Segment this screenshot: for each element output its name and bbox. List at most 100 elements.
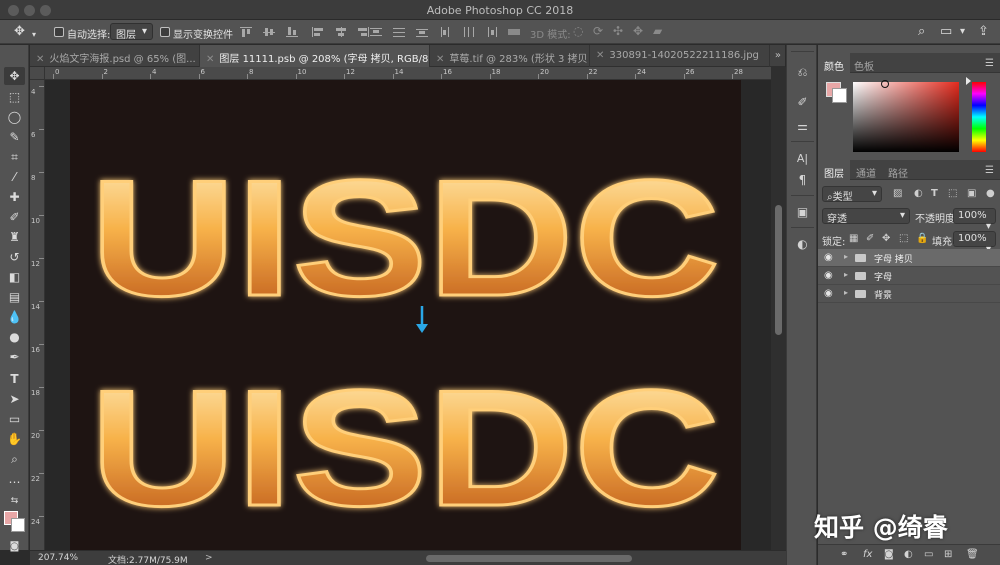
vertical-ruler[interactable]: 4 6 8 10 12 14 16 18 20 22 24 xyxy=(30,80,45,550)
align-left-icon[interactable] xyxy=(312,27,324,37)
swap-colors-icon[interactable]: ⇆ xyxy=(4,492,25,510)
distribute-left-icon[interactable] xyxy=(440,27,452,37)
type-tool-icon[interactable]: T xyxy=(4,370,25,388)
align-top-icon[interactable] xyxy=(240,27,252,37)
path-select-tool-icon[interactable]: ➤ xyxy=(4,390,25,408)
gradient-tool-icon[interactable]: ▤ xyxy=(4,288,25,306)
lasso-tool-icon[interactable]: ◯ xyxy=(4,108,25,126)
kind-filter-select[interactable]: ⌕类型 ▾ xyxy=(822,186,882,203)
visibility-eye-icon[interactable]: ◉ xyxy=(824,252,833,263)
color-field[interactable] xyxy=(853,82,959,152)
dodge-tool-icon[interactable]: ● xyxy=(4,328,25,346)
filter-toggle-icon[interactable]: ● xyxy=(986,188,995,199)
quick-select-tool-icon[interactable]: ✎ xyxy=(4,128,25,146)
horizontal-ruler[interactable]: 024681012141618202224262830 xyxy=(45,67,771,80)
adjustments-icon[interactable]: ◐ xyxy=(793,235,812,253)
lock-artboard-icon[interactable]: ⬚ xyxy=(899,233,908,244)
distribute-bottom-icon[interactable] xyxy=(416,27,428,37)
crop-tool-icon[interactable]: ⌗ xyxy=(4,148,25,166)
more-tools-icon[interactable]: ⋯ xyxy=(4,473,25,491)
move-tool-icon[interactable]: ✥ xyxy=(14,25,25,39)
auto-select-target-select[interactable]: 图层 ▾ xyxy=(110,23,153,41)
workspace-chevron-icon[interactable]: ▾ xyxy=(960,26,965,37)
clone-stamp-tool-icon[interactable]: ♜ xyxy=(4,228,25,246)
trash-icon[interactable]: 🗑 xyxy=(966,549,979,560)
close-icon[interactable]: ✕ xyxy=(436,54,444,65)
paragraph-panel-icon[interactable]: ¶ xyxy=(793,171,812,189)
fill-input[interactable]: 100% ▾ xyxy=(953,231,996,255)
tab-layers[interactable]: 图层 xyxy=(818,160,850,180)
hue-slider-marker[interactable] xyxy=(966,77,971,85)
zoom-tool-icon[interactable]: ⌕ xyxy=(4,450,25,468)
distribute-hcenter-icon[interactable] xyxy=(463,27,475,37)
healing-brush-tool-icon[interactable]: ✚ xyxy=(4,188,25,206)
link-icon[interactable]: ⚭ xyxy=(840,549,848,560)
group-icon[interactable]: ▭ xyxy=(924,549,933,560)
character-panel-icon[interactable]: A| xyxy=(793,149,812,167)
tool-preset-chevron-icon[interactable]: ▾ xyxy=(32,28,36,42)
share-icon[interactable]: ⇪ xyxy=(978,24,989,39)
status-menu-arrow[interactable]: > xyxy=(205,553,213,563)
brush-settings-icon[interactable]: ✐ xyxy=(793,93,812,111)
search-icon[interactable]: ⌕ xyxy=(918,24,925,39)
adjustment-icon[interactable]: ◐ xyxy=(904,549,913,560)
zoom-level[interactable]: 207.74% xyxy=(38,553,78,563)
lock-position-icon[interactable]: ✥ xyxy=(882,233,890,244)
pan-3d-icon[interactable]: ✣ xyxy=(613,24,623,38)
eyedropper-tool-icon[interactable]: ⁄ xyxy=(4,168,25,186)
horizontal-scroll-thumb[interactable] xyxy=(426,555,632,562)
marquee-tool-icon[interactable]: ⬚ xyxy=(4,88,25,106)
align-hcenter-icon[interactable] xyxy=(335,27,347,37)
history-panel-icon[interactable]: ⎌ xyxy=(793,63,812,81)
align-vcenter-icon[interactable] xyxy=(263,27,275,37)
panel-menu-icon[interactable]: ☰ xyxy=(985,58,994,69)
filter-pixel-icon[interactable]: ▨ xyxy=(893,188,902,199)
brush-tool-icon[interactable]: ✐ xyxy=(4,208,25,226)
tab-document-2[interactable]: ✕ 图层 11111.psb @ 208% (字母 拷贝, RGB/8#) * xyxy=(200,45,430,67)
panel-menu-icon[interactable]: ☰ xyxy=(985,165,994,176)
close-icon[interactable]: ✕ xyxy=(206,54,214,65)
tab-document-3[interactable]: ✕ 草莓.tif @ 283% (形状 3 拷贝 ... xyxy=(430,45,590,67)
orbit-3d-icon[interactable]: ◌ xyxy=(573,24,583,38)
close-icon[interactable]: ✕ xyxy=(36,54,44,65)
expand-chevron-icon[interactable]: ▸ xyxy=(844,270,848,279)
history-brush-tool-icon[interactable]: ↺ xyxy=(4,248,25,266)
adjust-sliders-icon[interactable]: ⚌ xyxy=(793,117,812,135)
workspace-icon[interactable]: ▭ xyxy=(940,24,952,39)
filter-type-icon[interactable]: T xyxy=(931,188,938,199)
quick-mask-icon[interactable]: ◙ xyxy=(4,537,25,555)
auto-align-icon[interactable] xyxy=(508,27,520,37)
background-color-swatch[interactable] xyxy=(11,518,25,532)
color-panel-background[interactable] xyxy=(832,88,847,103)
tab-channels[interactable]: 通道 xyxy=(850,160,882,180)
hand-tool-icon[interactable]: ✋ xyxy=(4,430,25,448)
roll-3d-icon[interactable]: ⟳ xyxy=(593,24,603,38)
vertical-scroll-thumb[interactable] xyxy=(775,205,782,335)
auto-select-checkbox[interactable] xyxy=(54,27,64,37)
filter-adjustment-icon[interactable]: ◐ xyxy=(914,188,923,199)
mask-icon[interactable]: ◙ xyxy=(884,549,894,560)
new-layer-icon[interactable]: ⊞ xyxy=(944,549,952,560)
rectangle-tool-icon[interactable]: ▭ xyxy=(4,410,25,428)
distribute-vcenter-icon[interactable] xyxy=(393,27,405,37)
blur-tool-icon[interactable]: 💧 xyxy=(4,308,25,326)
tab-color[interactable]: 颜色 xyxy=(818,53,850,73)
tab-swatches[interactable]: 色板 xyxy=(848,53,880,73)
slide-3d-icon[interactable]: ✥ xyxy=(633,24,643,38)
distribute-right-icon[interactable] xyxy=(486,27,498,37)
filter-smart-object-icon[interactable]: ▣ xyxy=(967,188,976,199)
color-picker-handle[interactable] xyxy=(881,80,889,88)
close-icon[interactable]: ✕ xyxy=(596,50,604,61)
scale-3d-icon[interactable]: ▰ xyxy=(653,24,662,38)
layer-row[interactable]: ◉ ▸ 字母 拷贝 xyxy=(818,249,1000,267)
libraries-icon[interactable]: ▣ xyxy=(793,203,812,221)
visibility-eye-icon[interactable]: ◉ xyxy=(824,270,833,281)
blend-mode-select[interactable]: 穿透 ▾ xyxy=(822,208,910,225)
expand-chevron-icon[interactable]: ▸ xyxy=(844,252,848,261)
document-canvas[interactable]: UISDC UISDC xyxy=(70,80,741,550)
show-transform-checkbox[interactable] xyxy=(160,27,170,37)
expand-chevron-icon[interactable]: ▸ xyxy=(844,288,848,297)
lock-transparent-icon[interactable]: ▦ xyxy=(849,233,858,244)
layer-row[interactable]: ◉ ▸ 字母 xyxy=(818,267,1000,285)
opacity-input[interactable]: 100% ▾ xyxy=(953,208,996,232)
